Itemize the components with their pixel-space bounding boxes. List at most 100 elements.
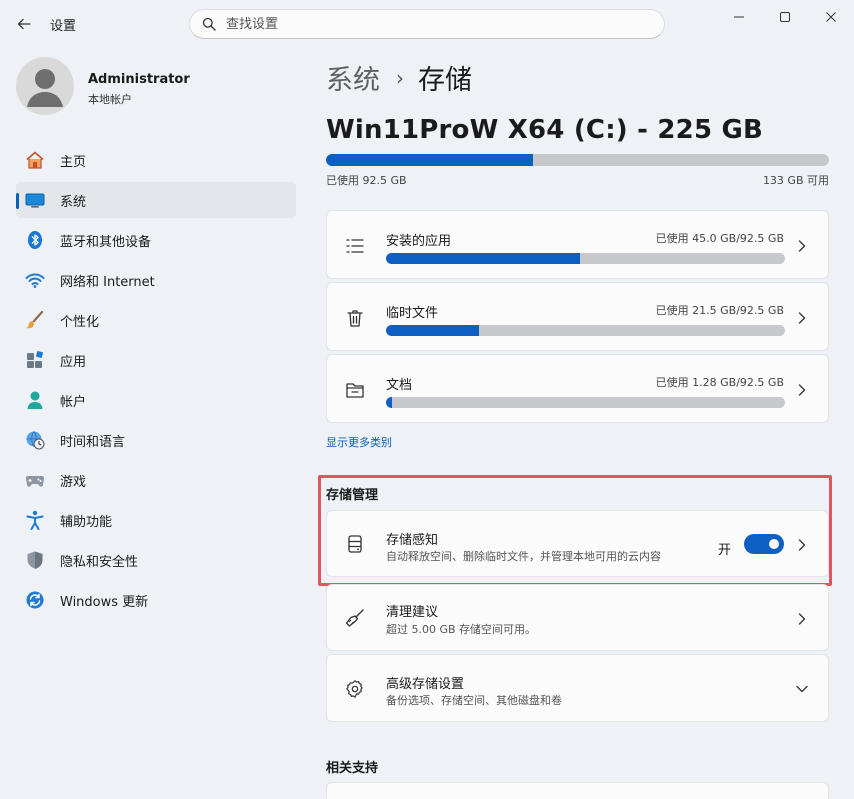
storage-drive-icon bbox=[344, 533, 366, 555]
sidebar-item-apps[interactable]: 应用 bbox=[16, 342, 296, 378]
bluetooth-icon bbox=[25, 230, 45, 250]
sidebar-nav: 主页 系统 蓝牙和其他设备 网络和 Internet 个性化 应用 帐户 时间和… bbox=[16, 142, 296, 622]
sidebar-item-label: 系统 bbox=[60, 194, 87, 210]
sidebar-item-label: 网络和 Internet bbox=[60, 274, 155, 290]
sidebar-item-personalization[interactable]: 个性化 bbox=[16, 302, 296, 338]
chevron-down-icon bbox=[796, 683, 808, 695]
category-usage: 已使用 1.28 GB/92.5 GB bbox=[655, 376, 784, 389]
storage-sense-subtitle: 自动释放空间、删除临时文件，并管理本地可用的云内容 bbox=[386, 550, 661, 563]
category-title: 临时文件 bbox=[386, 306, 439, 321]
related-support-card[interactable] bbox=[326, 782, 829, 799]
category-usage-bar bbox=[386, 325, 785, 336]
category-title: 文档 bbox=[386, 378, 413, 393]
advanced-storage-settings-card[interactable]: 高级存储设置 备份选项、存储空间、其他磁盘和卷 bbox=[326, 654, 829, 722]
sidebar-item-home[interactable]: 主页 bbox=[16, 142, 296, 178]
category-card-documents[interactable]: 文档 已使用 1.28 GB/92.5 GB bbox=[326, 354, 829, 423]
globe-clock-icon bbox=[25, 430, 45, 450]
storage-sense-toggle-label: 开 bbox=[717, 543, 731, 558]
sidebar-item-bluetooth[interactable]: 蓝牙和其他设备 bbox=[16, 222, 296, 258]
page-title: 存储 bbox=[418, 65, 472, 96]
breadcrumb: 系统 › 存储 bbox=[326, 58, 472, 97]
cleanup-subtitle: 超过 5.00 GB 存储空间可用。 bbox=[386, 623, 537, 636]
chevron-right-icon bbox=[796, 384, 808, 396]
sidebar-item-time-language[interactable]: 时间和语言 bbox=[16, 422, 296, 458]
sidebar-item-label: 游戏 bbox=[60, 474, 87, 490]
category-card-installed-apps[interactable]: 安装的应用 已使用 45.0 GB/92.5 GB bbox=[326, 210, 829, 279]
sidebar-item-label: 应用 bbox=[60, 354, 87, 370]
storage-sense-toggle[interactable] bbox=[744, 534, 784, 554]
show-more-categories-link[interactable]: 显示更多类别 bbox=[326, 434, 392, 450]
app-title: 设置 bbox=[50, 19, 77, 34]
sidebar-item-label: Windows 更新 bbox=[60, 594, 149, 610]
close-icon bbox=[826, 12, 836, 22]
sidebar-item-accessibility[interactable]: 辅助功能 bbox=[16, 502, 296, 538]
drive-title: Win11ProW X64 (C:) - 225 GB bbox=[326, 115, 764, 145]
sidebar-item-label: 蓝牙和其他设备 bbox=[60, 234, 152, 250]
category-usage-bar bbox=[386, 253, 785, 264]
category-usage-bar bbox=[386, 397, 785, 408]
shield-icon bbox=[25, 550, 45, 570]
search-icon bbox=[202, 17, 216, 31]
minimize-icon bbox=[734, 16, 744, 18]
accessibility-icon bbox=[25, 510, 45, 530]
storage-management-heading: 存储管理 bbox=[326, 488, 379, 503]
storage-sense-card[interactable]: 存储感知 自动释放空间、删除临时文件，并管理本地可用的云内容 开 bbox=[326, 510, 829, 577]
sidebar-item-label: 时间和语言 bbox=[60, 434, 126, 450]
avatar[interactable] bbox=[16, 57, 74, 115]
home-icon bbox=[25, 150, 45, 170]
sidebar-item-accounts[interactable]: 帐户 bbox=[16, 382, 296, 418]
close-button[interactable] bbox=[808, 6, 854, 28]
system-icon bbox=[25, 190, 45, 210]
gear-icon bbox=[344, 678, 366, 700]
toggle-knob bbox=[769, 539, 779, 549]
trash-icon bbox=[344, 307, 366, 329]
category-usage: 已使用 45.0 GB/92.5 GB bbox=[655, 232, 784, 245]
related-support-heading: 相关支持 bbox=[326, 761, 379, 776]
advanced-storage-title: 高级存储设置 bbox=[386, 677, 465, 692]
user-name: Administrator bbox=[88, 72, 190, 87]
sidebar-item-privacy[interactable]: 隐私和安全性 bbox=[16, 542, 296, 578]
search-box[interactable] bbox=[189, 9, 665, 39]
chevron-right-icon bbox=[796, 240, 808, 252]
brush-icon bbox=[25, 310, 45, 330]
chevron-right-icon bbox=[796, 613, 808, 625]
cleanup-recommendations-card[interactable]: 清理建议 超过 5.00 GB 存储空间可用。 bbox=[326, 584, 829, 651]
sidebar-item-system[interactable]: 系统 bbox=[16, 182, 296, 218]
storage-sense-title: 存储感知 bbox=[386, 533, 439, 548]
category-usage-bar-fill bbox=[386, 397, 392, 408]
update-icon bbox=[25, 590, 45, 610]
sidebar-item-network[interactable]: 网络和 Internet bbox=[16, 262, 296, 298]
chevron-right-icon bbox=[796, 539, 808, 551]
category-usage-bar-fill bbox=[386, 253, 580, 264]
advanced-storage-subtitle: 备份选项、存储空间、其他磁盘和卷 bbox=[386, 694, 562, 707]
breadcrumb-parent[interactable]: 系统 bbox=[326, 58, 380, 97]
apps-icon bbox=[25, 350, 45, 370]
category-usage: 已使用 21.5 GB/92.5 GB bbox=[655, 304, 784, 317]
folder-icon bbox=[344, 379, 366, 401]
sidebar-item-label: 个性化 bbox=[60, 314, 100, 330]
drive-usage-bar-fill bbox=[326, 154, 533, 166]
chevron-right-icon bbox=[796, 312, 808, 324]
sidebar-item-gaming[interactable]: 游戏 bbox=[16, 462, 296, 498]
drive-usage-bar bbox=[326, 154, 829, 166]
maximize-button[interactable] bbox=[762, 6, 808, 28]
list-icon bbox=[344, 235, 366, 257]
sidebar-item-label: 隐私和安全性 bbox=[60, 554, 139, 570]
wifi-icon bbox=[25, 270, 45, 290]
sidebar-item-windows-update[interactable]: Windows 更新 bbox=[16, 582, 296, 618]
minimize-button[interactable] bbox=[716, 6, 762, 28]
breadcrumb-separator: › bbox=[396, 65, 404, 90]
person-icon bbox=[25, 390, 45, 410]
drive-used-label: 已使用 92.5 GB bbox=[326, 174, 407, 187]
search-input[interactable] bbox=[226, 16, 626, 32]
user-account-type: 本地帐户 bbox=[88, 93, 132, 106]
gamepad-icon bbox=[25, 470, 45, 490]
category-card-temp-files[interactable]: 临时文件 已使用 21.5 GB/92.5 GB bbox=[326, 282, 829, 351]
title-bar: 设置 bbox=[0, 0, 854, 46]
sidebar-item-label: 主页 bbox=[60, 154, 87, 170]
broom-icon bbox=[344, 607, 366, 629]
category-title: 安装的应用 bbox=[386, 234, 452, 249]
sidebar-item-label: 辅助功能 bbox=[60, 514, 113, 530]
back-button[interactable] bbox=[12, 12, 36, 36]
category-usage-bar-fill bbox=[386, 325, 479, 336]
